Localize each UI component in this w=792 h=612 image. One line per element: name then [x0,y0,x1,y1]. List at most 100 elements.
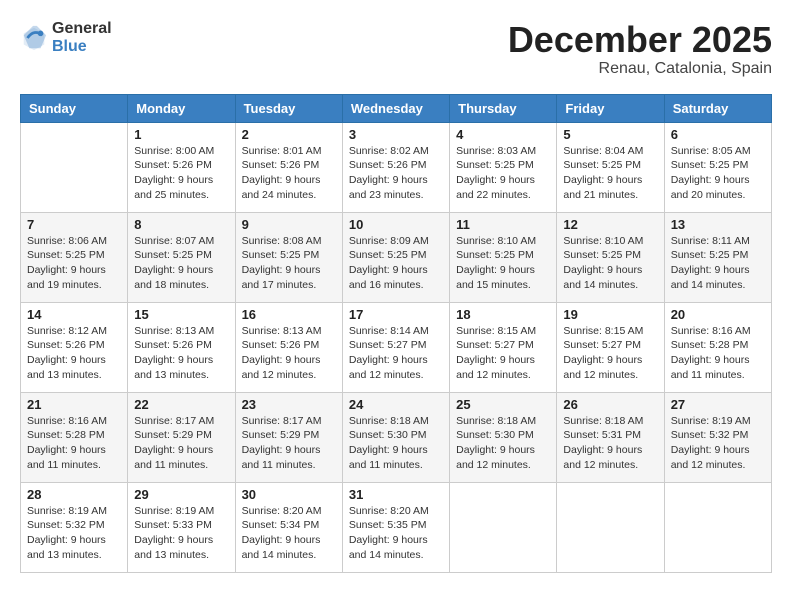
day-info: Sunrise: 8:09 AM Sunset: 5:25 PM Dayligh… [349,234,443,293]
day-info: Sunrise: 8:14 AM Sunset: 5:27 PM Dayligh… [349,324,443,383]
day-number: 22 [134,397,228,412]
calendar-cell: 1 Sunrise: 8:00 AM Sunset: 5:26 PM Daylig… [128,122,235,212]
day-number: 15 [134,307,228,322]
day-info: Sunrise: 8:11 AM Sunset: 5:25 PM Dayligh… [671,234,765,293]
header-thursday: Thursday [450,94,557,122]
day-info: Sunrise: 8:19 AM Sunset: 5:32 PM Dayligh… [27,504,121,563]
header-wednesday: Wednesday [342,94,449,122]
day-info: Sunrise: 8:13 AM Sunset: 5:26 PM Dayligh… [134,324,228,383]
header-saturday: Saturday [664,94,771,122]
page-container: General Blue December 2025 Renau, Catalo… [20,20,772,573]
day-number: 17 [349,307,443,322]
day-number: 3 [349,127,443,142]
day-number: 25 [456,397,550,412]
calendar-cell: 6 Sunrise: 8:05 AM Sunset: 5:25 PM Daylig… [664,122,771,212]
calendar-cell: 17 Sunrise: 8:14 AM Sunset: 5:27 PM Dayli… [342,302,449,392]
calendar-cell [557,482,664,572]
day-number: 30 [242,487,336,502]
day-info: Sunrise: 8:18 AM Sunset: 5:30 PM Dayligh… [456,414,550,473]
day-number: 13 [671,217,765,232]
day-info: Sunrise: 8:15 AM Sunset: 5:27 PM Dayligh… [456,324,550,383]
calendar-week-row-3: 21Sunrise: 8:16 AM Sunset: 5:28 PM Dayli… [21,392,772,482]
calendar-table: Sunday Monday Tuesday Wednesday Thursday… [20,94,772,573]
day-info: Sunrise: 8:19 AM Sunset: 5:32 PM Dayligh… [671,414,765,473]
day-info: Sunrise: 8:08 AM Sunset: 5:25 PM Dayligh… [242,234,336,293]
day-number: 27 [671,397,765,412]
day-number: 19 [563,307,657,322]
day-info: Sunrise: 8:00 AM Sunset: 5:26 PM Dayligh… [134,144,228,203]
day-info: Sunrise: 8:04 AM Sunset: 5:25 PM Dayligh… [563,144,657,203]
day-info: Sunrise: 8:17 AM Sunset: 5:29 PM Dayligh… [242,414,336,473]
day-info: Sunrise: 8:12 AM Sunset: 5:26 PM Dayligh… [27,324,121,383]
day-info: Sunrise: 8:07 AM Sunset: 5:25 PM Dayligh… [134,234,228,293]
calendar-cell: 26Sunrise: 8:18 AM Sunset: 5:31 PM Dayli… [557,392,664,482]
logo: General Blue [20,20,112,55]
day-number: 9 [242,217,336,232]
month-title: December 2025 [508,20,772,60]
day-number: 26 [563,397,657,412]
day-info: Sunrise: 8:02 AM Sunset: 5:26 PM Dayligh… [349,144,443,203]
calendar-cell: 2 Sunrise: 8:01 AM Sunset: 5:26 PM Daylig… [235,122,342,212]
logo-text: General Blue [52,20,112,55]
day-number: 29 [134,487,228,502]
day-number: 10 [349,217,443,232]
calendar-cell [21,122,128,212]
day-number: 4 [456,127,550,142]
day-number: 28 [27,487,121,502]
calendar-cell: 9 Sunrise: 8:08 AM Sunset: 5:25 PM Daylig… [235,212,342,302]
calendar-cell: 31 Sunrise: 8:20 AM Sunset: 5:35 PM Dayli… [342,482,449,572]
weekday-header-row: Sunday Monday Tuesday Wednesday Thursday… [21,94,772,122]
day-info: Sunrise: 8:19 AM Sunset: 5:33 PM Dayligh… [134,504,228,563]
calendar-cell: 10 Sunrise: 8:09 AM Sunset: 5:25 PM Dayli… [342,212,449,302]
calendar-cell: 30 Sunrise: 8:20 AM Sunset: 5:34 PM Dayli… [235,482,342,572]
day-info: Sunrise: 8:03 AM Sunset: 5:25 PM Dayligh… [456,144,550,203]
day-info: Sunrise: 8:06 AM Sunset: 5:25 PM Dayligh… [27,234,121,293]
day-number: 5 [563,127,657,142]
day-number: 20 [671,307,765,322]
day-info: Sunrise: 8:16 AM Sunset: 5:28 PM Dayligh… [27,414,121,473]
calendar-cell: 16 Sunrise: 8:13 AM Sunset: 5:26 PM Dayli… [235,302,342,392]
calendar-cell: 3 Sunrise: 8:02 AM Sunset: 5:26 PM Daylig… [342,122,449,212]
calendar-cell: 15 Sunrise: 8:13 AM Sunset: 5:26 PM Dayli… [128,302,235,392]
day-info: Sunrise: 8:01 AM Sunset: 5:26 PM Dayligh… [242,144,336,203]
calendar-week-row-4: 28 Sunrise: 8:19 AM Sunset: 5:32 PM Dayli… [21,482,772,572]
day-info: Sunrise: 8:18 AM Sunset: 5:30 PM Dayligh… [349,414,443,473]
calendar-cell: 12 Sunrise: 8:10 AM Sunset: 5:25 PM Dayli… [557,212,664,302]
day-info: Sunrise: 8:10 AM Sunset: 5:25 PM Dayligh… [456,234,550,293]
calendar-cell: 23 Sunrise: 8:17 AM Sunset: 5:29 PM Dayli… [235,392,342,482]
calendar-week-row-0: 1 Sunrise: 8:00 AM Sunset: 5:26 PM Daylig… [21,122,772,212]
day-number: 18 [456,307,550,322]
header: General Blue December 2025 Renau, Catalo… [20,20,772,78]
calendar-cell: 14 Sunrise: 8:12 AM Sunset: 5:26 PM Dayli… [21,302,128,392]
day-number: 23 [242,397,336,412]
day-number: 1 [134,127,228,142]
day-number: 31 [349,487,443,502]
day-info: Sunrise: 8:16 AM Sunset: 5:28 PM Dayligh… [671,324,765,383]
day-number: 24 [349,397,443,412]
logo-blue-text: Blue [52,38,112,56]
day-number: 6 [671,127,765,142]
day-info: Sunrise: 8:20 AM Sunset: 5:35 PM Dayligh… [349,504,443,563]
day-info: Sunrise: 8:05 AM Sunset: 5:25 PM Dayligh… [671,144,765,203]
day-number: 14 [27,307,121,322]
calendar-cell: 4 Sunrise: 8:03 AM Sunset: 5:25 PM Daylig… [450,122,557,212]
day-info: Sunrise: 8:15 AM Sunset: 5:27 PM Dayligh… [563,324,657,383]
calendar-cell: 29 Sunrise: 8:19 AM Sunset: 5:33 PM Dayli… [128,482,235,572]
calendar-cell: 5 Sunrise: 8:04 AM Sunset: 5:25 PM Daylig… [557,122,664,212]
logo-general-text: General [52,20,112,38]
calendar-cell: 25 Sunrise: 8:18 AM Sunset: 5:30 PM Dayli… [450,392,557,482]
title-area: December 2025 Renau, Catalonia, Spain [508,20,772,78]
calendar-cell: 7Sunrise: 8:06 AM Sunset: 5:25 PM Daylig… [21,212,128,302]
calendar-cell: 21Sunrise: 8:16 AM Sunset: 5:28 PM Dayli… [21,392,128,482]
day-number: 16 [242,307,336,322]
calendar-cell: 8Sunrise: 8:07 AM Sunset: 5:25 PM Daylig… [128,212,235,302]
day-number: 12 [563,217,657,232]
calendar-cell: 22 Sunrise: 8:17 AM Sunset: 5:29 PM Dayli… [128,392,235,482]
day-number: 2 [242,127,336,142]
day-info: Sunrise: 8:13 AM Sunset: 5:26 PM Dayligh… [242,324,336,383]
day-info: Sunrise: 8:17 AM Sunset: 5:29 PM Dayligh… [134,414,228,473]
calendar-week-row-1: 7Sunrise: 8:06 AM Sunset: 5:25 PM Daylig… [21,212,772,302]
day-info: Sunrise: 8:10 AM Sunset: 5:25 PM Dayligh… [563,234,657,293]
calendar-cell: 19 Sunrise: 8:15 AM Sunset: 5:27 PM Dayli… [557,302,664,392]
day-info: Sunrise: 8:20 AM Sunset: 5:34 PM Dayligh… [242,504,336,563]
